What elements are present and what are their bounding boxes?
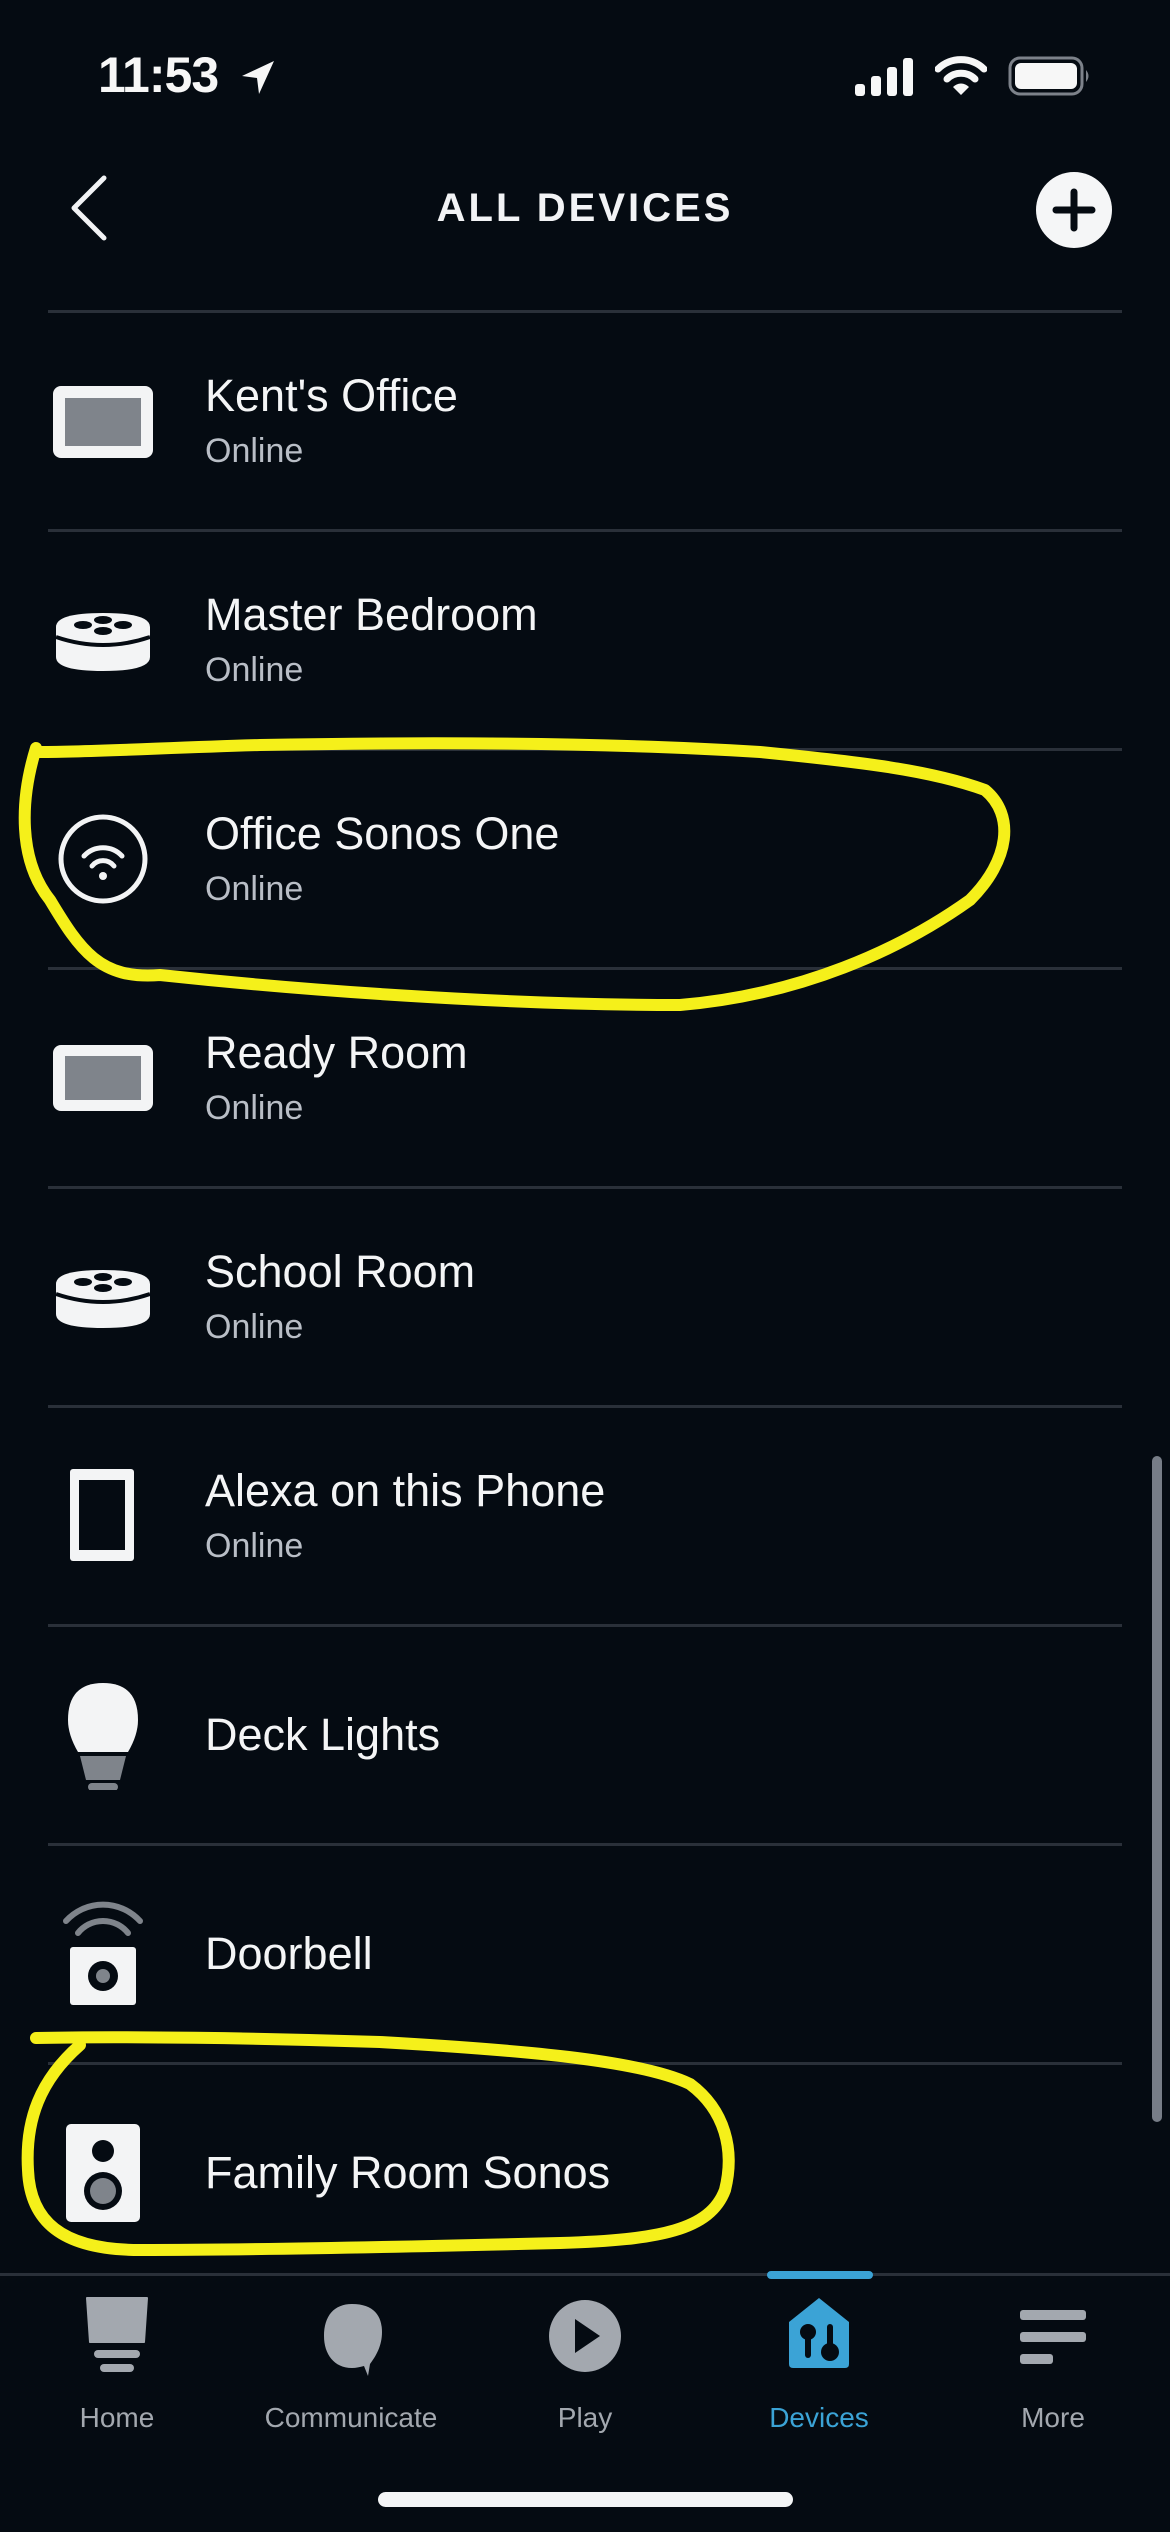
device-row-doorbell[interactable]: Doorbell (48, 1843, 1122, 2062)
cellular-signal-icon (855, 58, 913, 96)
plus-icon (1052, 188, 1096, 232)
status-bar: 11:53 (0, 0, 1170, 150)
location-arrow-icon (242, 61, 274, 94)
device-status: Online (205, 1089, 304, 1127)
device-name: Office Sonos One (205, 808, 560, 859)
device-row-ready-room[interactable]: Ready Room Online (48, 967, 1122, 1186)
page-title: ALL DEVICES (436, 186, 734, 230)
device-status: Online (205, 870, 304, 908)
tab-play[interactable]: Play (468, 2294, 702, 2444)
tab-home[interactable]: Home (0, 2294, 234, 2444)
device-row-master-bedroom[interactable]: Master Bedroom Online (48, 529, 1122, 748)
tab-label: Home (79, 2402, 155, 2433)
tab-more[interactable]: More (936, 2294, 1170, 2444)
wifi-icon (935, 56, 987, 95)
header: ALL DEVICES (0, 150, 1170, 310)
device-name: Master Bedroom (205, 589, 538, 640)
device-name: Deck Lights (205, 1709, 441, 1760)
battery-icon (1008, 56, 1089, 96)
tab-label: Play (557, 2402, 613, 2433)
tab-devices[interactable]: Devices (702, 2294, 936, 2444)
add-device-button[interactable] (1036, 172, 1112, 248)
device-status: Online (205, 1308, 304, 1346)
device-row-deck-lights[interactable]: Deck Lights (48, 1624, 1122, 1843)
device-status: Online (205, 1527, 304, 1565)
doorbell-icon (48, 1899, 158, 2009)
device-row-family-room-sonos[interactable]: Family Room Sonos (48, 2062, 1122, 2281)
device-row-office-sonos-one[interactable]: Office Sonos One Online (48, 748, 1122, 967)
menu-icon (1020, 2310, 1086, 2364)
device-name: Doorbell (205, 1928, 373, 1979)
device-row-kents-office[interactable]: Kent's Office Online (48, 310, 1122, 529)
light-bulb-icon (48, 1680, 158, 1791)
home-indicator[interactable] (378, 2492, 793, 2507)
echo-show-icon (48, 366, 158, 476)
tab-label: More (1021, 2402, 1085, 2433)
play-icon (549, 2300, 621, 2372)
echo-dot-icon (48, 1242, 158, 1352)
phone-icon (48, 1461, 158, 1571)
chat-bubble-icon (324, 2304, 382, 2376)
device-status: Online (205, 432, 304, 470)
device-name: School Room (205, 1246, 476, 1297)
tab-communicate[interactable]: Communicate (234, 2294, 468, 2444)
echo-dot-icon (48, 585, 158, 695)
tab-label: Devices (769, 2402, 869, 2433)
scrollbar[interactable] (1152, 1456, 1162, 2122)
echo-show-icon (48, 1023, 158, 1133)
devices-house-icon (789, 2298, 849, 2368)
device-name: Alexa on this Phone (205, 1465, 606, 1516)
speaker-icon (48, 2118, 158, 2228)
status-time: 11:53 (98, 47, 219, 103)
active-tab-indicator (767, 2271, 873, 2279)
tab-label: Communicate (264, 2402, 438, 2433)
device-name: Kent's Office (205, 370, 458, 421)
device-name: Family Room Sonos (205, 2147, 611, 2198)
device-name: Ready Room (205, 1027, 468, 1078)
device-list: Kent's Office Online Master Bedroom Onli… (0, 310, 1170, 2281)
device-row-alexa-on-this-phone[interactable]: Alexa on this Phone Online (48, 1405, 1122, 1624)
wifi-speaker-icon (48, 804, 158, 914)
device-row-school-room[interactable]: School Room Online (48, 1186, 1122, 1405)
device-status: Online (205, 651, 304, 689)
home-icon (86, 2297, 148, 2372)
